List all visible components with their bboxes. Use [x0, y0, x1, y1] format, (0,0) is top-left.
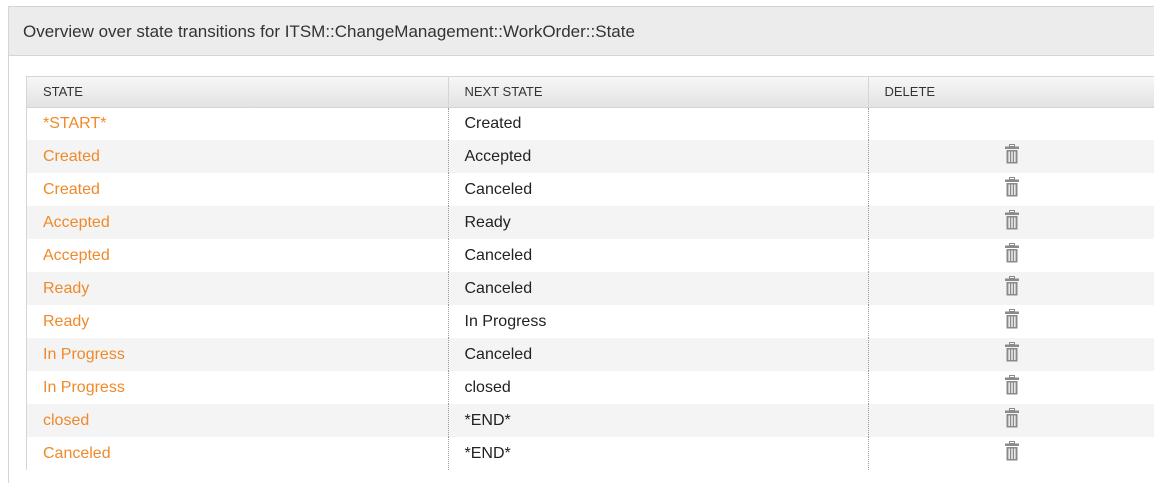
- state-cell: Accepted: [27, 239, 448, 272]
- table-row: *START* Created: [27, 107, 1154, 140]
- next-state-cell: Canceled: [447, 338, 868, 371]
- state-cell: closed: [27, 404, 448, 437]
- table-row: Ready In Progress: [27, 305, 1154, 338]
- next-state-label: *END*: [464, 444, 511, 462]
- delete-cell: [867, 239, 1154, 272]
- state-link[interactable]: Created: [43, 181, 100, 198]
- next-state-label: Canceled: [464, 246, 533, 264]
- state-link[interactable]: In Progress: [43, 346, 125, 363]
- next-state-label: In Progress: [464, 312, 547, 330]
- trash-icon[interactable]: [1005, 441, 1020, 466]
- delete-cell: [867, 371, 1154, 404]
- next-state-cell: Canceled: [447, 272, 868, 305]
- delete-cell: [867, 206, 1154, 239]
- next-state-label: closed: [464, 378, 511, 396]
- state-link[interactable]: Ready: [43, 280, 89, 297]
- state-link[interactable]: closed: [43, 412, 89, 429]
- table-row: Accepted Ready: [27, 206, 1154, 239]
- next-state-label: *END*: [464, 411, 511, 429]
- table-row: Accepted Canceled: [27, 239, 1154, 272]
- table-row: In Progress closed: [27, 371, 1154, 404]
- state-cell: Canceled: [27, 437, 448, 470]
- trash-icon[interactable]: [1005, 177, 1020, 202]
- trash-icon[interactable]: [1005, 309, 1020, 334]
- state-cell: Created: [27, 173, 448, 206]
- state-cell: In Progress: [27, 338, 448, 371]
- trash-icon[interactable]: [1005, 144, 1020, 169]
- next-state-cell: In Progress: [447, 305, 868, 338]
- state-cell: In Progress: [27, 371, 448, 404]
- state-cell: Created: [27, 140, 448, 173]
- state-link[interactable]: Canceled: [43, 445, 111, 462]
- table-row: Canceled *END*: [27, 437, 1154, 470]
- trash-icon[interactable]: [1005, 408, 1020, 433]
- state-link[interactable]: *START*: [43, 115, 106, 132]
- next-state-cell: Ready: [447, 206, 868, 239]
- trash-icon[interactable]: [1005, 243, 1020, 268]
- state-cell: Ready: [27, 305, 448, 338]
- transitions-table-wrapper: STATE NEXT STATE DELETE *START* Created …: [26, 76, 1154, 470]
- state-cell: Ready: [27, 272, 448, 305]
- table-row: Ready Canceled: [27, 272, 1154, 305]
- state-link[interactable]: Accepted: [43, 247, 110, 264]
- table-row: In Progress Canceled: [27, 338, 1154, 371]
- next-state-label: Canceled: [464, 279, 533, 297]
- next-state-cell: *END*: [447, 404, 868, 437]
- trash-icon[interactable]: [1005, 375, 1020, 400]
- column-header-state: STATE: [27, 77, 449, 108]
- trash-icon[interactable]: [1005, 342, 1020, 367]
- state-cell: *START*: [27, 107, 448, 140]
- next-state-label: Ready: [464, 213, 511, 231]
- table-header-row: STATE NEXT STATE DELETE: [27, 77, 1154, 108]
- delete-cell: [867, 305, 1154, 338]
- state-link[interactable]: Ready: [43, 313, 89, 330]
- panel-header: Overview over state transitions for ITSM…: [9, 7, 1154, 56]
- state-link[interactable]: In Progress: [43, 379, 125, 396]
- table-row: Created Canceled: [27, 173, 1154, 206]
- state-cell: Accepted: [27, 206, 448, 239]
- next-state-cell: Canceled: [447, 239, 868, 272]
- trash-icon[interactable]: [1005, 276, 1020, 301]
- next-state-cell: Canceled: [447, 173, 868, 206]
- state-link[interactable]: Accepted: [43, 214, 110, 231]
- state-link[interactable]: Created: [43, 148, 100, 165]
- column-header-delete: DELETE: [868, 77, 1154, 108]
- next-state-label: Created: [464, 114, 522, 132]
- next-state-label: Accepted: [464, 147, 532, 165]
- delete-cell: [867, 272, 1154, 305]
- trash-icon[interactable]: [1005, 210, 1020, 235]
- panel-title: Overview over state transitions for ITSM…: [23, 22, 635, 41]
- delete-cell: [867, 140, 1154, 173]
- next-state-cell: closed: [447, 371, 868, 404]
- table-row: Created Accepted: [27, 140, 1154, 173]
- delete-cell: [867, 437, 1154, 470]
- column-header-next-state: NEXT STATE: [448, 77, 869, 108]
- next-state-label: Canceled: [464, 180, 533, 198]
- delete-cell: [867, 338, 1154, 371]
- delete-cell: [867, 107, 1154, 140]
- delete-cell: [867, 173, 1154, 206]
- transitions-table: STATE NEXT STATE DELETE *START* Created …: [27, 77, 1154, 470]
- next-state-cell: *END*: [447, 437, 868, 470]
- delete-cell: [867, 404, 1154, 437]
- state-transitions-panel: Overview over state transitions for ITSM…: [8, 6, 1154, 483]
- next-state-label: Canceled: [464, 345, 533, 363]
- next-state-cell: Accepted: [447, 140, 868, 173]
- table-row: closed *END*: [27, 404, 1154, 437]
- next-state-cell: Created: [447, 107, 868, 140]
- table-body: *START* Created Created Accepted Created…: [27, 107, 1154, 470]
